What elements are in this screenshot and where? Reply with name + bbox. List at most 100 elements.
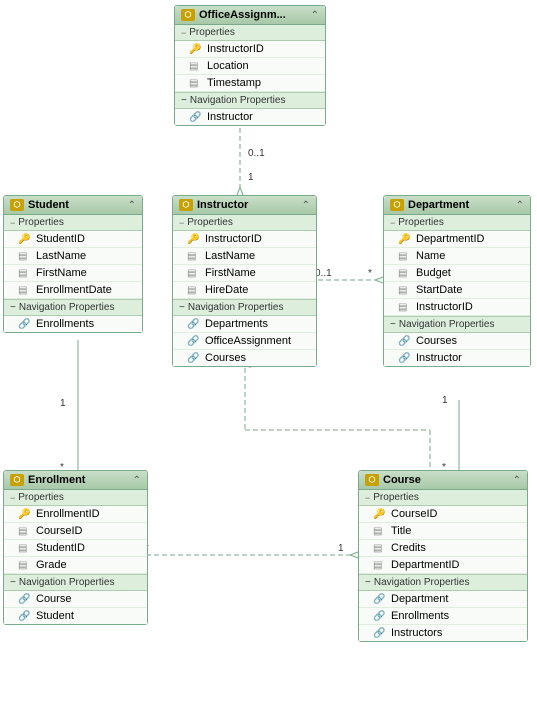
label-1-course-right: 1 <box>338 543 344 554</box>
properties-section-header: − Properties <box>384 215 530 231</box>
label-1-top: 1 <box>248 172 254 183</box>
key-icon: 🔑 <box>18 234 32 245</box>
nav-section-header: − Navigation Properties <box>4 299 142 316</box>
prop-instructorid: 🔑 InstructorID <box>173 231 316 248</box>
properties-section-header: − Properties <box>359 490 527 506</box>
label-star-right: * <box>368 268 372 279</box>
key-icon: 🔑 <box>398 234 412 245</box>
key-icon: 🔑 <box>187 234 201 245</box>
entity-officeassignment: ⬡ OfficeAssignm... ⌃ − Properties 🔑 Inst… <box>174 5 326 126</box>
label-01-top: 0..1 <box>248 148 265 159</box>
entity-enrollment-title: Enrollment <box>28 474 85 486</box>
nav-course: 🔗 Course <box>4 591 147 608</box>
entity-instructor-header[interactable]: ⬡ Instructor ⌃ <box>173 196 316 215</box>
entity-course-header[interactable]: ⬡ Course ⌃ <box>359 471 527 490</box>
prop-departmentid: 🔑 DepartmentID <box>384 231 530 248</box>
field-icon: ▤ <box>18 268 32 279</box>
entity-officeassignment-header[interactable]: ⬡ OfficeAssignm... ⌃ <box>175 6 325 25</box>
expand-icon[interactable]: ⌃ <box>128 200 136 211</box>
nav-icon: 🔗 <box>398 336 412 347</box>
nav-enrollments: 🔗 Enrollments <box>4 316 142 332</box>
nav-section-header: − Navigation Properties <box>4 574 147 591</box>
nav-icon: 🔗 <box>189 112 203 123</box>
entity-icon: ⬡ <box>365 474 379 486</box>
nav-department: 🔗 Department <box>359 591 527 608</box>
nav-icon: 🔗 <box>398 353 412 364</box>
prop-instructorid: ▤ InstructorID <box>384 299 530 316</box>
entity-icon: ⬡ <box>179 199 193 211</box>
entity-course-title: Course <box>383 474 421 486</box>
expand-icon[interactable]: ⌃ <box>513 475 521 486</box>
nav-section-header: − Navigation Properties <box>173 299 316 316</box>
entity-icon: ⬡ <box>181 9 195 21</box>
properties-section-header: − Properties <box>4 490 147 506</box>
entity-department-title: Department <box>408 199 469 211</box>
prop-courseid: 🔑 CourseID <box>359 506 527 523</box>
field-icon: ▤ <box>189 78 203 89</box>
prop-firstname: ▤ FirstName <box>173 265 316 282</box>
prop-enrollmentdate: ▤ EnrollmentDate <box>4 282 142 299</box>
nav-icon: 🔗 <box>18 594 32 605</box>
nav-icon: 🔗 <box>187 336 201 347</box>
prop-lastname: ▤ LastName <box>4 248 142 265</box>
nav-icon: 🔗 <box>373 628 387 639</box>
entity-department-header[interactable]: ⬡ Department ⌃ <box>384 196 530 215</box>
field-icon: ▤ <box>373 526 387 537</box>
prop-name: ▤ Name <box>384 248 530 265</box>
nav-instructor: 🔗 Instructor <box>384 350 530 366</box>
field-icon: ▤ <box>398 251 412 262</box>
field-icon: ▤ <box>373 543 387 554</box>
nav-icon: 🔗 <box>187 319 201 330</box>
field-icon: ▤ <box>398 285 412 296</box>
nav-section-header: − Navigation Properties <box>384 316 530 333</box>
label-1-student: 1 <box>60 398 66 409</box>
entity-course: ⬡ Course ⌃ − Properties 🔑 CourseID ▤ Tit… <box>358 470 528 642</box>
field-icon: ▤ <box>18 543 32 554</box>
expand-icon[interactable]: ⌃ <box>516 200 524 211</box>
prop-location: ▤ Location <box>175 58 325 75</box>
prop-lastname: ▤ LastName <box>173 248 316 265</box>
expand-icon[interactable]: ⌃ <box>302 200 310 211</box>
entity-officeassignment-title: OfficeAssignm... <box>199 9 286 21</box>
nav-icon: 🔗 <box>373 594 387 605</box>
nav-instructor: 🔗 Instructor <box>175 109 325 125</box>
entity-student: ⬡ Student ⌃ − Properties 🔑 StudentID ▤ L… <box>3 195 143 333</box>
nav-icon: 🔗 <box>187 353 201 364</box>
entity-icon: ⬡ <box>10 199 24 211</box>
prop-hiredate: ▤ HireDate <box>173 282 316 299</box>
nav-student: 🔗 Student <box>4 608 147 624</box>
nav-icon: 🔗 <box>18 319 32 330</box>
prop-startdate: ▤ StartDate <box>384 282 530 299</box>
field-icon: ▤ <box>373 560 387 571</box>
entity-student-header[interactable]: ⬡ Student ⌃ <box>4 196 142 215</box>
field-icon: ▤ <box>189 61 203 72</box>
field-icon: ▤ <box>398 268 412 279</box>
prop-courseid: ▤ CourseID <box>4 523 147 540</box>
field-icon: ▤ <box>18 285 32 296</box>
entity-department: ⬡ Department ⌃ − Properties 🔑 Department… <box>383 195 531 367</box>
properties-section-header: − Properties <box>4 215 142 231</box>
entity-enrollment-header[interactable]: ⬡ Enrollment ⌃ <box>4 471 147 490</box>
key-icon: 🔑 <box>189 44 203 55</box>
label-1-dept: 1 <box>442 395 448 406</box>
expand-icon[interactable]: ⌃ <box>133 475 141 486</box>
nav-icon: 🔗 <box>373 611 387 622</box>
field-icon: ▤ <box>187 251 201 262</box>
key-icon: 🔑 <box>18 509 32 520</box>
nav-courses: 🔗 Courses <box>384 333 530 350</box>
entity-instructor-title: Instructor <box>197 199 248 211</box>
nav-instructors: 🔗 Instructors <box>359 625 527 641</box>
prop-grade: ▤ Grade <box>4 557 147 574</box>
nav-enrollments: 🔗 Enrollments <box>359 608 527 625</box>
prop-title: ▤ Title <box>359 523 527 540</box>
prop-credits: ▤ Credits <box>359 540 527 557</box>
field-icon: ▤ <box>18 251 32 262</box>
entity-enrollment: ⬡ Enrollment ⌃ − Properties 🔑 Enrollment… <box>3 470 148 625</box>
field-icon: ▤ <box>187 268 201 279</box>
prop-budget: ▤ Budget <box>384 265 530 282</box>
nav-section-header: − Navigation Properties <box>359 574 527 591</box>
prop-instructorid: 🔑 InstructorID <box>175 41 325 58</box>
nav-courses: 🔗 Courses <box>173 350 316 366</box>
prop-timestamp: ▤ Timestamp <box>175 75 325 92</box>
expand-icon[interactable]: ⌃ <box>311 10 319 21</box>
